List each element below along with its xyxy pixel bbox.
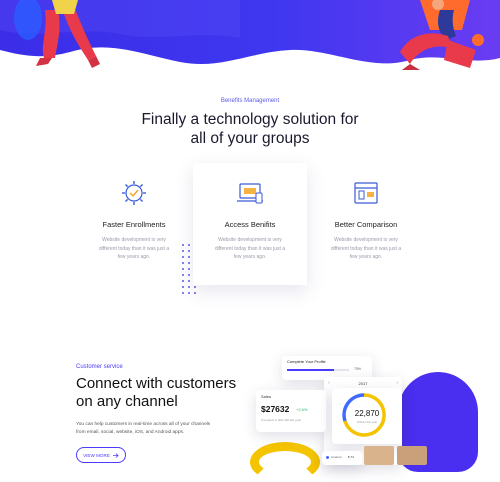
card-description: Website development is very different to…: [193, 236, 307, 262]
legend-label: Amazon: [331, 455, 343, 459]
yellow-arc-decoration: [250, 442, 320, 482]
sales-value: $27632: [261, 404, 290, 414]
title-line-1: Connect with customers: [76, 375, 237, 392]
chevron-left-icon[interactable]: ‹: [328, 380, 330, 386]
card-desc-line: few years ago.: [117, 254, 151, 260]
card-description: Website development is very different to…: [316, 236, 416, 262]
visitors-panel: 22,870 Visitors this year: [332, 388, 402, 444]
visitors-value: 22,870: [354, 409, 380, 418]
profile-progress-value: 75%: [354, 367, 362, 371]
sales-change: +2.6%: [296, 407, 308, 412]
feature-card-enrollments: Faster Enrollments Website development i…: [84, 170, 184, 270]
card-desc-line: Website development is very: [102, 237, 166, 243]
profile-progress-track: [287, 369, 349, 371]
sales-panel: Sales $27632 +2.6% Compared to ($21,340 …: [256, 390, 326, 432]
feature-card-comparison: Better Comparison Website development is…: [316, 170, 416, 270]
customer-service-label: Customer service: [76, 364, 123, 370]
card-desc-line: different today than it was just a: [330, 245, 402, 252]
card-desc-line: different today than it was just a: [98, 245, 170, 252]
card-desc-line: different today than it was just a: [214, 245, 286, 252]
title-line-1: Finally a technology solution for: [141, 111, 359, 128]
feature-card-access: Access Benifits Website development is v…: [193, 163, 307, 285]
photo-tile-person-1: [364, 446, 394, 465]
visitors-label: Visitors this year: [356, 420, 378, 424]
sales-label: Sales: [261, 394, 272, 399]
card-desc-line: few years ago.: [349, 254, 383, 260]
section-title: Finally a technology solution for all of…: [0, 110, 500, 148]
legend-dot: [326, 456, 329, 459]
customer-service-title: Connect with customers on any channel: [76, 375, 276, 411]
profile-title: Complete Your Profile: [287, 359, 326, 364]
desc-line-2: from email, social, website, iOS, and An…: [76, 429, 185, 435]
gear-check-icon: [122, 181, 146, 205]
view-more-button[interactable]: VIEW MORE: [76, 447, 126, 463]
compare-window-icon: [354, 182, 378, 204]
legend-panel: Amazon $ 74: [322, 451, 362, 465]
profile-progress-fill: [287, 369, 334, 371]
card-desc-line: Website development is very: [218, 237, 282, 243]
hero-illustration: [0, 0, 500, 80]
customer-service-description: You can help customers in real-time acro…: [76, 421, 226, 436]
title-line-2: all of your groups: [190, 130, 310, 147]
title-line-2: on any channel: [76, 393, 178, 410]
card-desc-line: Website development is very: [334, 237, 398, 243]
devices-icon: [237, 183, 263, 204]
card-title: Better Comparison: [334, 220, 398, 229]
legend-value: $ 74: [348, 455, 354, 459]
card-title: Faster Enrollments: [102, 220, 166, 229]
card-title: Access Benifits: [224, 220, 276, 229]
desc-line-1: You can help customers in real-time acro…: [76, 422, 211, 427]
dashboard-mockup: Complete Your Profile 75% 2017 ‹ › Sales…: [250, 350, 500, 482]
view-more-label: VIEW MORE: [83, 452, 110, 458]
card-description: Website development is very different to…: [84, 236, 184, 262]
sales-note: Compared to ($21,340 last year): [261, 418, 302, 422]
section-eyebrow: Benefits Management: [220, 98, 280, 104]
calendar-year: 2017: [358, 381, 368, 386]
hero-wave-graphic: [0, 0, 500, 70]
card-desc-line: few years ago.: [233, 254, 267, 260]
arrow-right-icon: [112, 452, 119, 458]
chevron-right-icon[interactable]: ›: [396, 380, 398, 386]
photo-tile-person-2: [397, 446, 427, 465]
